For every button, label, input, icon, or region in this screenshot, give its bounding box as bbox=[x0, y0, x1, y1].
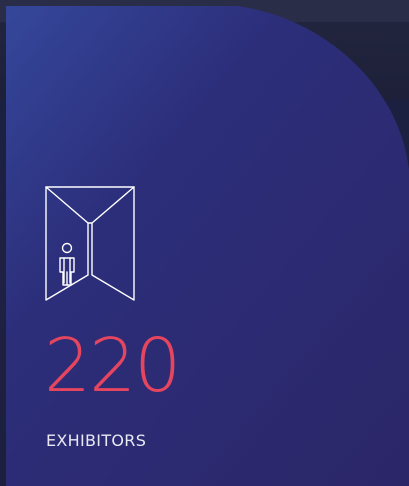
stat-card: 220 EXHIBITORS bbox=[0, 0, 409, 486]
stat-value: 220 bbox=[44, 323, 181, 409]
exhibition-booth-visitor-icon bbox=[40, 185, 140, 307]
page: 220 EXHIBITORS bbox=[0, 0, 409, 486]
stat-label: EXHIBITORS bbox=[46, 431, 147, 450]
